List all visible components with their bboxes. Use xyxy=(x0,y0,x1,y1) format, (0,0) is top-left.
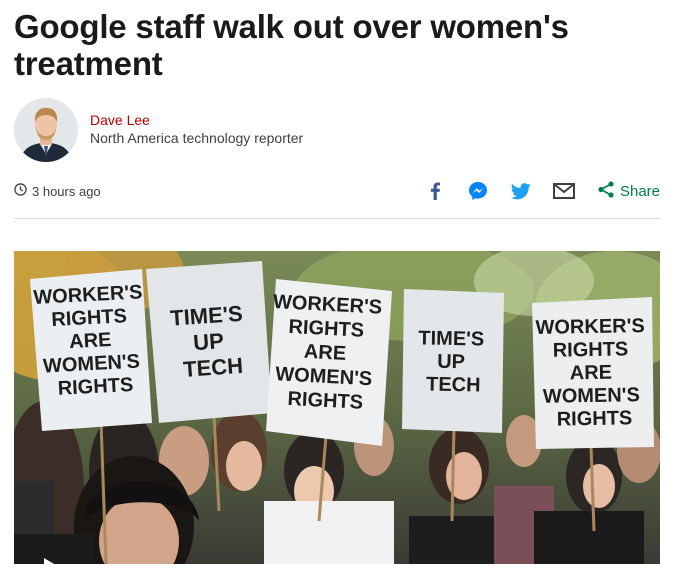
sign-1-line-3: ARE xyxy=(69,329,112,353)
share-icon xyxy=(598,180,614,202)
author-avatar[interactable] xyxy=(14,98,78,162)
facebook-icon[interactable] xyxy=(424,180,446,202)
share-button[interactable]: Share xyxy=(598,180,660,202)
article-meta: 3 hours ago Share xyxy=(14,180,660,202)
clock-icon xyxy=(14,183,27,199)
sign-5-line-4: WOMEN'S xyxy=(543,384,640,408)
sign-5-line-2: RIGHTS xyxy=(553,338,629,361)
sign-4-line-2: UP xyxy=(437,351,465,373)
divider xyxy=(14,218,660,219)
play-icon xyxy=(44,558,54,570)
sign-1: WORKER'S RIGHTS ARE WOMEN'S RIGHTS xyxy=(30,269,152,431)
author-role: North America technology reporter xyxy=(90,130,304,146)
share-bar: Share xyxy=(403,180,660,202)
sign-1-line-5: RIGHTS xyxy=(57,374,134,400)
sign-2-line-1: TIME'S xyxy=(169,301,243,331)
timestamp-text: 3 hours ago xyxy=(32,183,101,199)
sign-1-line-2: RIGHTS xyxy=(51,305,128,331)
sign-2-line-3: TECH xyxy=(182,353,243,382)
sign-1-line-1: WORKER'S xyxy=(33,281,143,309)
timestamp: 3 hours ago xyxy=(14,183,101,199)
video-play-button[interactable] xyxy=(14,534,94,570)
article-headline: Google staff walk out over women's treat… xyxy=(14,8,569,82)
sign-5-line-1: WORKER'S xyxy=(535,315,645,339)
twitter-icon[interactable] xyxy=(510,180,532,202)
sign-5: WORKER'S RIGHTS ARE WOMEN'S RIGHTS xyxy=(532,297,654,449)
sign-3-line-2: RIGHTS xyxy=(288,316,365,342)
email-icon[interactable] xyxy=(552,180,575,202)
sign-3-line-3: ARE xyxy=(303,341,346,365)
sign-5-line-5: RIGHTS xyxy=(557,407,633,430)
sign-5-line-3: ARE xyxy=(570,362,613,385)
messenger-icon[interactable] xyxy=(467,180,489,202)
article-photo[interactable]: WORKER'S RIGHTS ARE WOMEN'S RIGHTS TIME'… xyxy=(14,251,660,564)
sign-2: TIME'S UP TECH xyxy=(146,261,272,423)
sign-2-line-2: UP xyxy=(192,328,224,355)
share-label: Share xyxy=(619,182,660,200)
sign-3-line-5: RIGHTS xyxy=(287,388,364,414)
sign-4: TIME'S UP TECH xyxy=(402,289,504,433)
author-name[interactable]: Dave Lee xyxy=(90,112,150,128)
byline: Dave Lee North America technology report… xyxy=(14,98,414,162)
sign-4-line-3: TECH xyxy=(426,374,481,397)
sign-4-line-1: TIME'S xyxy=(418,327,484,350)
sign-3: WORKER'S RIGHTS ARE WOMEN'S RIGHTS xyxy=(266,279,392,446)
